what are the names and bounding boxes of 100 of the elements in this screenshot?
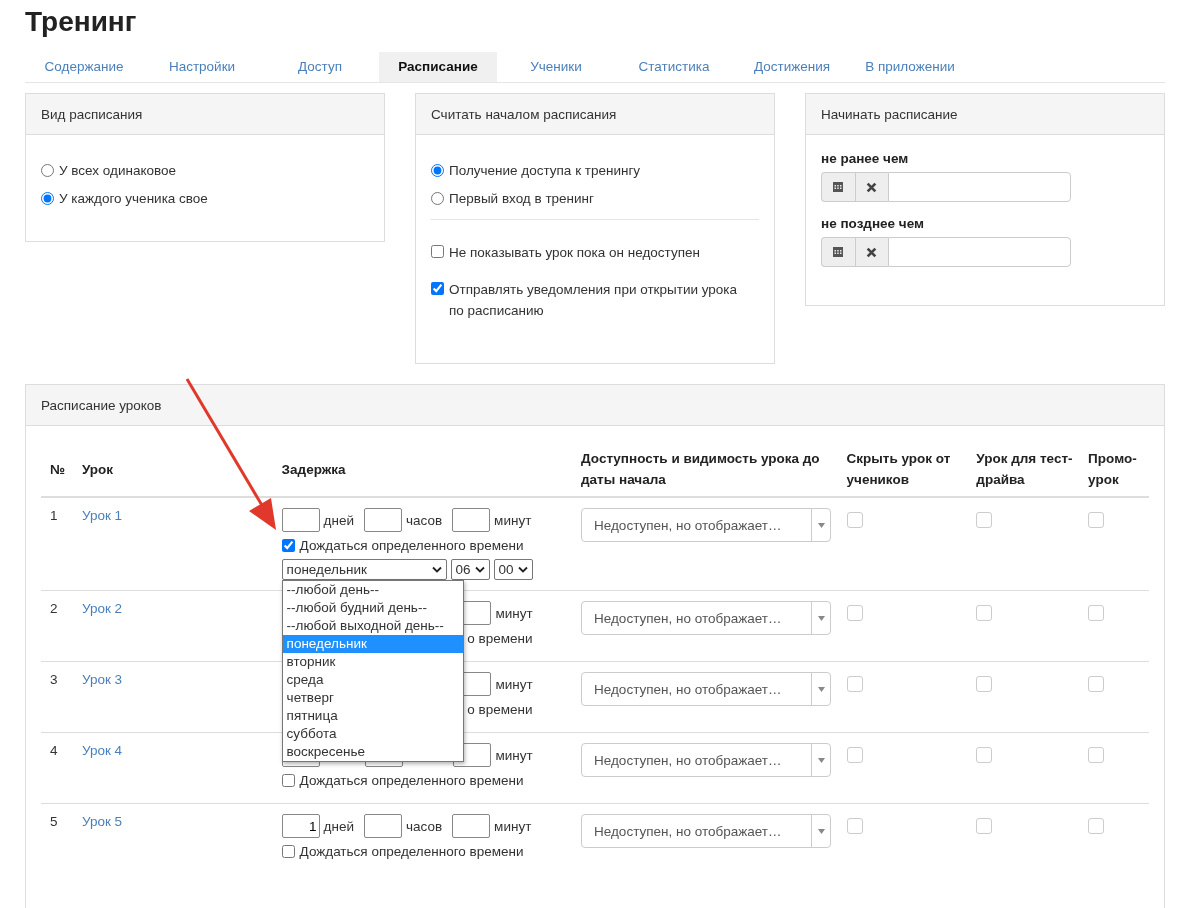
lesson-link[interactable]: Урок 2 <box>81 601 123 616</box>
minutes-input[interactable] <box>452 814 491 838</box>
dropdown-option[interactable]: --любой будний день-- <box>282 599 463 617</box>
column-header: Урок <box>80 460 115 479</box>
unit-label: минут <box>495 747 533 763</box>
days-input[interactable]: 1 <box>281 814 320 838</box>
minutes-input[interactable] <box>452 508 491 532</box>
checkbox[interactable] <box>976 676 993 692</box>
tab[interactable]: Статистика <box>615 52 733 82</box>
option-label: Дождаться определенного времени <box>299 537 524 553</box>
dropdown-option[interactable]: суббота <box>282 725 463 743</box>
calendar-icon <box>832 181 845 193</box>
dropdown-option[interactable]: вторник <box>282 653 463 671</box>
calendar-button[interactable] <box>821 237 855 267</box>
option-label: У всех одинаковое <box>59 162 176 180</box>
radio-button[interactable] <box>431 192 444 205</box>
radio-button[interactable] <box>41 192 54 205</box>
clear-button[interactable] <box>854 237 888 267</box>
checkbox[interactable] <box>846 818 863 834</box>
checkbox[interactable] <box>976 512 993 528</box>
clear-button[interactable] <box>854 172 888 202</box>
caret-icon <box>474 566 485 573</box>
checkbox[interactable] <box>846 747 863 763</box>
lesson-link[interactable]: Урок 1 <box>81 508 123 523</box>
checkbox[interactable] <box>281 538 295 552</box>
calendar-button[interactable] <box>821 172 855 202</box>
row-number: 1 <box>49 508 59 525</box>
dropdown-option[interactable]: среда <box>282 671 463 689</box>
visibility-select[interactable]: Недоступен, но отображает… <box>581 508 832 542</box>
checkbox[interactable] <box>1088 676 1105 692</box>
caret-icon <box>817 757 825 763</box>
checkbox[interactable] <box>1088 818 1105 834</box>
radio-button[interactable] <box>41 164 54 177</box>
column-header: Задержка <box>280 460 347 479</box>
checkbox[interactable] <box>1088 512 1105 528</box>
tab[interactable]: Настройки <box>143 52 261 82</box>
panel-title: Расписание уроков <box>41 397 162 413</box>
tab[interactable]: В приложении <box>851 52 969 82</box>
unit-label: дней <box>323 818 354 834</box>
tab[interactable]: Достижения <box>733 52 851 82</box>
caret-icon <box>817 828 825 834</box>
panel-title: Начинать расписание <box>821 106 958 122</box>
days-input[interactable] <box>281 508 320 532</box>
date-input[interactable] <box>888 172 1071 202</box>
minute-select[interactable]: 00 <box>493 559 533 580</box>
visibility-select[interactable]: Недоступен, но отображает… <box>581 743 832 777</box>
close-icon <box>866 246 878 258</box>
row-number: 2 <box>49 601 59 618</box>
checkbox[interactable] <box>846 512 863 528</box>
panel-title: Считать началом расписания <box>431 106 617 122</box>
tab[interactable]: Содержание <box>25 52 143 82</box>
field-label: не позднее чем <box>821 216 925 231</box>
unit-label: часов <box>406 818 443 834</box>
checkbox[interactable] <box>1088 747 1105 763</box>
checkbox[interactable] <box>281 773 295 787</box>
dropdown-option[interactable]: --любой день-- <box>282 581 463 599</box>
dropdown-option[interactable]: воскресенье <box>282 743 463 761</box>
option-label: Дождаться определенного времени <box>299 772 524 788</box>
checkbox[interactable] <box>1088 605 1105 621</box>
row-number: 4 <box>49 743 59 760</box>
field-label: не ранее чем <box>821 151 910 166</box>
checkbox[interactable] <box>846 605 863 621</box>
checkbox[interactable] <box>431 282 444 295</box>
panel-title: Вид расписания <box>41 106 143 122</box>
visibility-select[interactable]: Недоступен, но отображает… <box>581 814 832 848</box>
tab[interactable]: Доступ <box>261 52 379 82</box>
lesson-link[interactable]: Урок 4 <box>81 743 123 758</box>
row-number: 3 <box>49 672 59 689</box>
dropdown-option[interactable]: --любой выходной день-- <box>282 617 463 635</box>
hours-input[interactable] <box>364 508 402 532</box>
dropdown-option[interactable]: четверг <box>282 689 463 707</box>
date-input[interactable] <box>888 237 1071 267</box>
checkbox[interactable] <box>846 676 863 692</box>
checkbox[interactable] <box>281 844 295 858</box>
visibility-select[interactable]: Недоступен, но отображает… <box>581 601 832 635</box>
checkbox[interactable] <box>431 245 444 258</box>
column-header: Урок для тест-драйва <box>975 450 1074 489</box>
close-icon <box>866 181 878 193</box>
dropdown-option[interactable]: пятница <box>282 707 463 725</box>
checkbox[interactable] <box>976 747 993 763</box>
caret-icon <box>517 566 528 573</box>
column-header: № <box>49 460 67 479</box>
caret-icon <box>817 686 825 692</box>
caret-icon <box>431 566 442 573</box>
option-label: Не показывать урок пока он недоступен <box>449 244 701 262</box>
caret-icon <box>817 522 825 528</box>
tab[interactable]: Расписание <box>379 52 497 82</box>
tab[interactable]: Ученики <box>497 52 615 82</box>
checkbox[interactable] <box>976 818 993 834</box>
page-title: Тренинг <box>25 5 137 39</box>
day-select[interactable]: понедельник <box>281 559 447 580</box>
row-number: 5 <box>49 814 59 831</box>
calendar-icon <box>832 246 845 258</box>
visibility-select[interactable]: Недоступен, но отображает… <box>581 672 832 706</box>
unit-label: минут <box>494 512 532 528</box>
lesson-link[interactable]: Урок 5 <box>81 814 123 829</box>
lesson-link[interactable]: Урок 3 <box>81 672 123 687</box>
checkbox[interactable] <box>976 605 993 621</box>
radio-button[interactable] <box>431 164 444 177</box>
hours-input[interactable] <box>364 814 402 838</box>
